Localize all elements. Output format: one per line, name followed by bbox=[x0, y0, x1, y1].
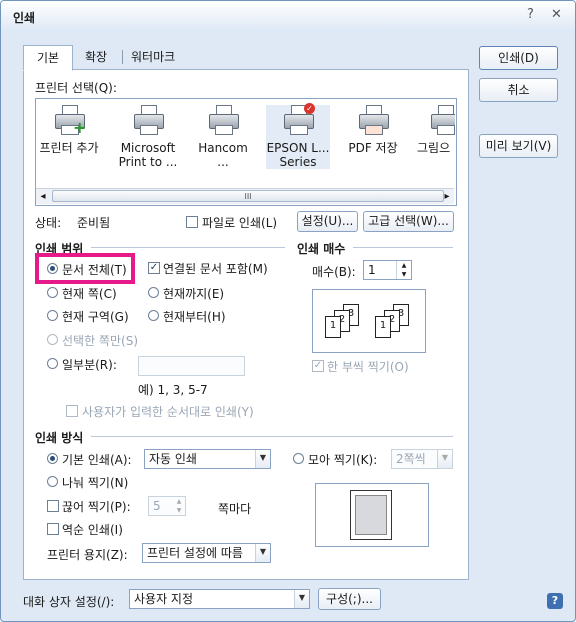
spin-up-icon: ▲ bbox=[176, 498, 182, 505]
printer-item-image[interactable]: 그림으 bbox=[411, 105, 455, 155]
until-current-radio[interactable] bbox=[148, 287, 159, 298]
help-icon[interactable]: ? bbox=[547, 593, 563, 609]
configure-button[interactable]: 구성(;)... bbox=[318, 588, 381, 610]
printer-item-epson[interactable]: ✓ EPSON L... Series bbox=[266, 103, 330, 169]
from-current-radio[interactable] bbox=[148, 310, 159, 321]
advanced-options-button[interactable]: 고급 선택(W)... bbox=[363, 211, 454, 232]
collate-preview: 3 2 1 3 2 1 bbox=[312, 289, 426, 353]
per-page-label: 쪽마다 bbox=[218, 502, 252, 516]
status-label: 상태: bbox=[35, 216, 62, 230]
current-section-radio[interactable] bbox=[47, 310, 58, 321]
user-order-checkbox bbox=[66, 405, 78, 417]
selection-only-radio bbox=[47, 334, 58, 345]
cut-print-label: 끊어 찍기(P): bbox=[62, 500, 131, 514]
default-print-label: 기본 인쇄(A): bbox=[62, 453, 132, 467]
method-title: 인쇄 방식 bbox=[35, 429, 88, 446]
pdf-printer-icon bbox=[357, 105, 389, 135]
printer-list-scrollbar[interactable]: ◂ III ▸ bbox=[36, 188, 454, 204]
scroll-left-icon[interactable]: ◂ bbox=[36, 189, 50, 204]
layout-preview bbox=[315, 483, 429, 547]
split-print-label: 나눠 찍기(N) bbox=[62, 476, 129, 490]
dialog-setting-select[interactable]: 사용자 지정 ▼ bbox=[129, 589, 310, 609]
printer-item-pdf[interactable]: PDF 저장 bbox=[341, 105, 405, 155]
tab-extended[interactable]: 확장 bbox=[85, 45, 107, 69]
printer-icon bbox=[429, 105, 455, 135]
printer-default-icon: ✓ bbox=[282, 103, 315, 135]
title-bar: 인쇄 ? ✕ bbox=[1, 1, 575, 33]
whole-document-radio[interactable] bbox=[47, 263, 58, 274]
printer-add-icon: + bbox=[53, 105, 86, 136]
include-linked-checkbox[interactable]: ✓ bbox=[148, 262, 160, 274]
dropdown-arrow-icon: ▼ bbox=[255, 450, 270, 468]
cut-print-spinner: 5 ▲ ▼ bbox=[148, 496, 186, 516]
from-current-label: 현재부터(H) bbox=[163, 310, 226, 324]
dialog-setting-label: 대화 상자 설정(/): bbox=[23, 595, 115, 609]
default-print-select[interactable]: 자동 인쇄 ▼ bbox=[144, 449, 271, 469]
cut-print-checkbox[interactable] bbox=[47, 500, 59, 512]
copies-divider bbox=[353, 247, 453, 248]
spin-up-icon[interactable]: ▲ bbox=[396, 261, 411, 270]
page-preview bbox=[350, 490, 392, 540]
collate-set-2: 3 2 1 bbox=[371, 304, 415, 340]
cancel-button[interactable]: 취소 bbox=[479, 78, 558, 102]
print-button[interactable]: 인쇄(D) bbox=[479, 46, 558, 70]
print-dialog: 인쇄 ? ✕ 기본 확장 워터마크 프린터 선택(Q): + 프린터 추가 Mi… bbox=[0, 0, 576, 622]
spin-down-icon: ▼ bbox=[176, 507, 182, 514]
range-divider bbox=[91, 247, 285, 248]
print-to-file-checkbox[interactable] bbox=[186, 216, 198, 228]
tab-basic[interactable]: 기본 bbox=[23, 45, 73, 71]
user-order-label: 사용자가 입력한 순서대로 인쇄(Y) bbox=[82, 405, 254, 419]
copies-spinner[interactable]: 1 ▲ ▼ bbox=[363, 260, 412, 280]
current-section-label: 현재 구역(G) bbox=[62, 310, 129, 324]
split-print-radio[interactable] bbox=[47, 476, 58, 487]
current-page-radio[interactable] bbox=[47, 287, 58, 298]
scroll-right-icon[interactable]: ▸ bbox=[440, 189, 454, 204]
dialog-title: 인쇄 bbox=[13, 11, 36, 25]
collate-label: 한 부씩 찍기(O) bbox=[327, 360, 409, 374]
printer-item-microsoft[interactable]: Microsoft Print to ... bbox=[116, 105, 180, 169]
whole-document-label: 문서 전체(T) bbox=[62, 263, 127, 277]
dropdown-arrow-icon: ▼ bbox=[437, 450, 452, 468]
printer-select-label: 프린터 선택(Q): bbox=[35, 81, 117, 95]
default-print-radio[interactable] bbox=[47, 453, 58, 464]
gather-print-radio[interactable] bbox=[293, 453, 304, 464]
current-page-label: 현재 쪽(C) bbox=[62, 287, 117, 301]
tab-divider bbox=[122, 50, 123, 64]
paper-select[interactable]: 프린터 설정에 따름 ▼ bbox=[142, 543, 271, 563]
close-icon[interactable]: ✕ bbox=[551, 7, 562, 22]
copies-label: 매수(B): bbox=[312, 265, 356, 279]
partial-label: 일부분(R): bbox=[62, 358, 117, 372]
partial-range-input bbox=[138, 356, 245, 376]
range-example: 예) 1, 3, 5-7 bbox=[138, 383, 208, 397]
selection-only-label: 선택한 쪽만(S) bbox=[62, 334, 138, 348]
help-icon[interactable]: ? bbox=[527, 7, 534, 22]
tab-watermark[interactable]: 워터마크 bbox=[131, 45, 175, 69]
printer-icon bbox=[207, 105, 239, 135]
until-current-label: 현재까지(E) bbox=[163, 287, 225, 301]
scroll-thumb[interactable]: III bbox=[52, 190, 444, 202]
printer-item-add[interactable]: + 프린터 추가 bbox=[37, 105, 101, 155]
copies-title: 인쇄 매수 bbox=[297, 240, 350, 257]
method-divider bbox=[91, 436, 453, 437]
gather-print-label: 모아 찍기(K): bbox=[308, 453, 378, 467]
collate-checkbox: ✓ bbox=[312, 360, 324, 372]
printer-item-hancom[interactable]: Hancom ... bbox=[191, 105, 255, 169]
dropdown-arrow-icon: ▼ bbox=[294, 590, 309, 608]
partial-radio[interactable] bbox=[47, 358, 58, 369]
preview-button[interactable]: 미리 보기(V) bbox=[479, 134, 558, 158]
reverse-print-label: 역순 인쇄(I) bbox=[62, 523, 123, 537]
gather-print-select: 2쪽씩 ▼ bbox=[391, 449, 453, 469]
reverse-print-checkbox[interactable] bbox=[47, 523, 59, 535]
printer-icon bbox=[132, 105, 164, 135]
settings-button[interactable]: 설정(U)... bbox=[297, 211, 358, 232]
paper-label: 프린터 용지(Z): bbox=[47, 548, 128, 562]
include-linked-label: 연결된 문서 포함(M) bbox=[163, 262, 268, 276]
collate-set-1: 3 2 1 bbox=[321, 304, 365, 340]
status-value: 준비됨 bbox=[77, 216, 111, 230]
dropdown-arrow-icon: ▼ bbox=[255, 544, 270, 562]
print-to-file-label: 파일로 인쇄(L) bbox=[202, 216, 278, 230]
spin-down-icon[interactable]: ▼ bbox=[396, 270, 411, 279]
